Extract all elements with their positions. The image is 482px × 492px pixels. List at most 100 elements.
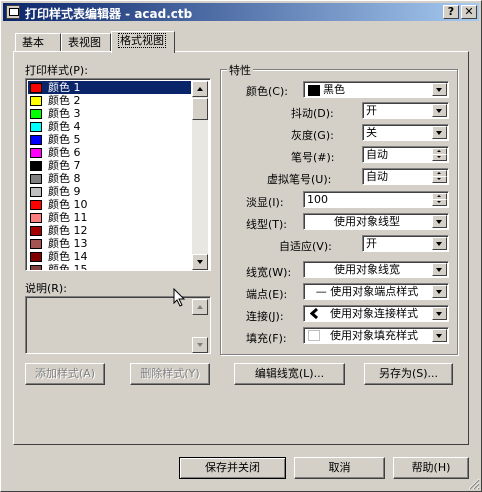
join-style-label: 连接(J): [246,310,284,323]
plot-style-item[interactable]: 颜色 13 [28,237,191,250]
adaptive-combo[interactable]: 开 [362,235,449,252]
pen-number-label: 笔号(#): [291,151,335,164]
virtual-pen-input[interactable]: 自动 [362,168,449,185]
plot-style-item[interactable]: 颜色 7 [28,159,191,172]
delete-style-button[interactable]: 删除样式(Y) [130,363,210,385]
plot-style-label: 颜色 8 [48,172,81,185]
plot-style-item[interactable]: 颜色 6 [28,146,191,159]
save-and-close-button[interactable]: 保存并关闭 [179,457,286,479]
tab-form-view-label: 格式视图 [118,33,166,48]
end-style-value: — 使用对象端点样式 [315,285,419,298]
screening-value: 100 [307,193,328,206]
plot-style-item[interactable]: 颜色 14 [28,250,191,263]
scroll-up-button[interactable] [192,81,208,97]
tab-table-view[interactable]: 表视图 [61,33,111,51]
description-label: 说明(R): [25,282,67,295]
grayscale-dropdown-button[interactable] [432,126,447,139]
lineweight-value: 使用对象线宽 [334,263,400,276]
grayscale-value: 关 [366,126,377,139]
save-as-button[interactable]: 另存为(S)... [364,363,453,385]
dither-combo[interactable]: 开 [362,102,449,119]
plot-style-label: 颜色 1 [48,81,81,94]
plot-style-item[interactable]: 颜色 1 [28,81,191,94]
pen-number-value: 自动 [366,148,388,161]
help-title-button[interactable]: ? [443,5,459,19]
end-style-label: 端点(E): [246,288,288,301]
scroll-down-button[interactable] [192,254,208,270]
plot-style-label: 颜色 5 [48,133,81,146]
adaptive-dropdown-button[interactable] [432,237,447,250]
plot-style-label: 颜色 11 [48,211,88,224]
plot-style-item[interactable]: 颜色 3 [28,107,191,120]
plot-style-label: 颜色 13 [48,237,88,250]
screening-spinner[interactable] [432,193,447,206]
plot-style-label: 颜色 6 [48,146,81,159]
lineweight-label: 线宽(W): [246,266,292,279]
grayscale-label: 灰度(G): [291,129,334,142]
properties-title: 特性 [227,62,253,78]
fill-style-value: 使用对象填充样式 [330,329,418,342]
plot-style-item[interactable]: 颜色 12 [28,224,191,237]
dither-label: 抖动(D): [291,107,334,120]
color-value: 黑色 [323,83,345,96]
end-style-dropdown-button[interactable] [432,285,447,298]
plot-style-item[interactable]: 颜色 15 [28,263,191,270]
dither-value: 开 [366,104,377,117]
plot-styles-list[interactable]: 颜色 1 颜色 2 颜色 3 颜色 4 颜色 5 颜色 6 颜色 7 颜色 8 颜色 9 颜色 1… [25,78,211,271]
fill-style-dropdown-button[interactable] [432,329,447,342]
plot-style-label: 颜色 15 [48,263,88,270]
scroll-thumb[interactable] [192,98,208,120]
color-swatch-icon [30,200,42,210]
close-title-button[interactable]: ✕ [461,5,477,19]
color-swatch-icon [30,187,42,197]
pen-number-input[interactable]: 自动 [362,146,449,163]
lineweight-dropdown-button[interactable] [432,263,447,276]
color-swatch-icon [30,135,42,145]
styles-scrollbar[interactable] [192,81,208,270]
tab-form-view[interactable]: 格式视图 [111,31,175,53]
plot-style-label: 颜色 12 [48,224,88,237]
desc-scroll-up-button[interactable] [192,299,208,315]
add-style-button[interactable]: 添加样式(A) [25,363,105,385]
resize-grip-icon[interactable] [467,477,480,490]
app-icon [6,5,20,19]
plot-style-item[interactable]: 颜色 9 [28,185,191,198]
join-style-value: 使用对象连接样式 [330,307,418,320]
join-style-combo[interactable]: 使用对象连接样式 [303,305,449,322]
tab-general[interactable]: 基本 [15,33,61,51]
plot-style-item[interactable]: 颜色 8 [28,172,191,185]
plot-style-item[interactable]: 颜色 10 [28,198,191,211]
linetype-label: 线型(T): [246,218,288,231]
color-swatch-icon [30,265,42,270]
plot-style-item[interactable]: 颜色 11 [28,211,191,224]
edit-lineweights-button[interactable]: 编辑线宽(L)... [234,363,345,385]
plot-style-item[interactable]: 颜色 2 [28,94,191,107]
join-style-dropdown-button[interactable] [432,307,447,320]
virtual-pen-spinner[interactable] [432,170,447,183]
pen-number-spinner[interactable] [432,148,447,161]
grayscale-combo[interactable]: 关 [362,124,449,141]
title-bar[interactable]: 打印样式表编辑器 - acad.ctb ? ✕ [3,3,479,21]
fill-style-label: 填充(F): [246,332,287,345]
color-swatch-icon [30,148,42,158]
color-dropdown-button[interactable] [432,83,447,96]
plot-style-item[interactable]: 颜色 4 [28,120,191,133]
cancel-button[interactable]: 取消 [294,457,385,479]
screening-input[interactable]: 100 [303,191,449,208]
help-button[interactable]: 帮助(H) [393,457,469,479]
linetype-value: 使用对象线型 [334,215,400,228]
linetype-dropdown-button[interactable] [432,215,447,228]
color-label: 颜色(C): [246,85,288,98]
linetype-combo[interactable]: 使用对象线型 [303,213,449,230]
plot-style-item[interactable]: 颜色 5 [28,133,191,146]
color-swatch-icon [30,213,42,223]
lineweight-combo[interactable]: 使用对象线宽 [303,261,449,278]
dither-dropdown-button[interactable] [432,104,447,117]
color-combo[interactable]: 黑色 [303,81,449,98]
plot-styles-rows: 颜色 1 颜色 2 颜色 3 颜色 4 颜色 5 颜色 6 颜色 7 颜色 8 颜色 9 颜色 1… [28,81,191,270]
description-scrollbar[interactable] [192,299,208,353]
desc-scroll-down-button[interactable] [192,337,208,353]
end-style-combo[interactable]: — 使用对象端点样式 [303,283,449,300]
fill-style-combo[interactable]: 使用对象填充样式 [303,327,449,344]
color-swatch-icon [30,174,42,184]
